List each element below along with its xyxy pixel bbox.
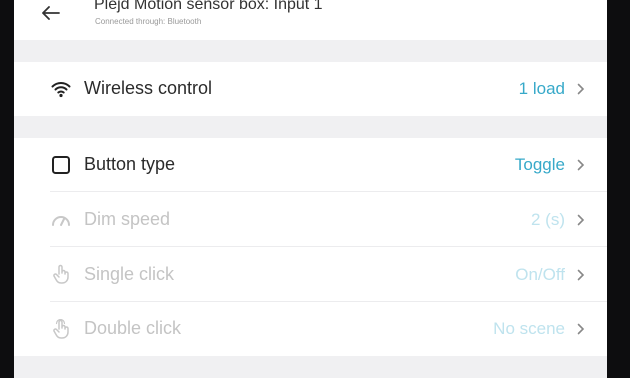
row-single-click[interactable]: Single click On/Off bbox=[14, 247, 607, 302]
speedometer-icon bbox=[50, 209, 72, 231]
row-value: Toggle bbox=[514, 155, 565, 174]
chevron-right-icon bbox=[575, 82, 587, 96]
chevron-right-icon bbox=[575, 158, 587, 172]
row-value: 2 (s) bbox=[531, 210, 565, 229]
section-separator bbox=[14, 40, 607, 62]
row-value: 1 load bbox=[518, 79, 565, 98]
chevron-right-icon bbox=[575, 322, 587, 336]
chevron-right-icon bbox=[575, 268, 587, 282]
single-tap-icon bbox=[50, 263, 72, 285]
double-tap-icon bbox=[50, 318, 72, 340]
row-label: Button type bbox=[84, 154, 176, 174]
back-button[interactable] bbox=[36, 1, 66, 25]
checkbox-icon bbox=[50, 154, 72, 176]
chevron-right-icon bbox=[575, 213, 587, 227]
wifi-icon bbox=[50, 78, 72, 100]
row-label: Double click bbox=[84, 318, 182, 338]
row-dim-speed[interactable]: Dim speed 2 (s) bbox=[14, 192, 607, 247]
row-double-click[interactable]: Double click No scene bbox=[14, 302, 607, 356]
row-label: Dim speed bbox=[84, 209, 171, 229]
settings-screen: Plejd Motion sensor box: Input 1 Connect… bbox=[14, 0, 607, 378]
row-value: No scene bbox=[493, 319, 565, 338]
connection-subtitle: Connected through: Bluetooth bbox=[95, 17, 202, 26]
section-separator bbox=[14, 356, 607, 378]
arrow-left-icon bbox=[42, 6, 60, 20]
header: Plejd Motion sensor box: Input 1 Connect… bbox=[14, 0, 607, 40]
row-wireless-control[interactable]: Wireless control 1 load bbox=[14, 62, 607, 116]
section-separator bbox=[14, 116, 607, 138]
row-button-type[interactable]: Button type Toggle bbox=[14, 138, 607, 192]
page-title: Plejd Motion sensor box: Input 1 bbox=[94, 0, 323, 13]
row-value: On/Off bbox=[515, 265, 565, 284]
row-label: Single click bbox=[84, 264, 175, 284]
row-label: Wireless control bbox=[84, 78, 213, 98]
